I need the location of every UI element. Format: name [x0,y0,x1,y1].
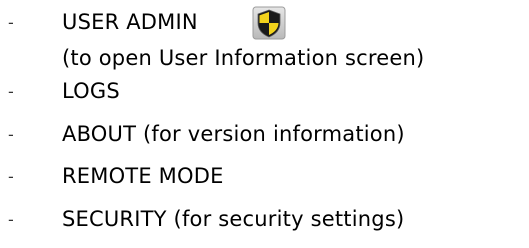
list-item-user-admin: - USER ADMIN (to open User Information s… [0,6,529,74]
list-bullet: - [8,82,14,101]
user-admin-description: (to open User Information screen) [62,46,425,70]
list-bullet: - [8,125,14,144]
list-item-about: - ABOUT (for version information) [0,118,529,148]
list-bullet: - [8,13,14,32]
list-bullet: - [8,167,14,186]
list-bullet: - [8,210,14,229]
shield-icon[interactable] [252,6,286,40]
menu-list: - USER ADMIN (to open User Information s… [0,0,529,248]
user-admin-label[interactable]: USER ADMIN [62,10,198,34]
remote-mode-label[interactable]: REMOTE MODE [62,164,224,188]
about-label[interactable]: ABOUT (for version information) [62,122,405,146]
list-item-remote-mode: - REMOTE MODE [0,160,529,190]
security-label[interactable]: SECURITY (for security settings) [62,207,404,231]
list-item-logs: - LOGS [0,75,529,105]
list-item-security: - SECURITY (for security settings) [0,203,529,233]
logs-label[interactable]: LOGS [62,79,120,103]
